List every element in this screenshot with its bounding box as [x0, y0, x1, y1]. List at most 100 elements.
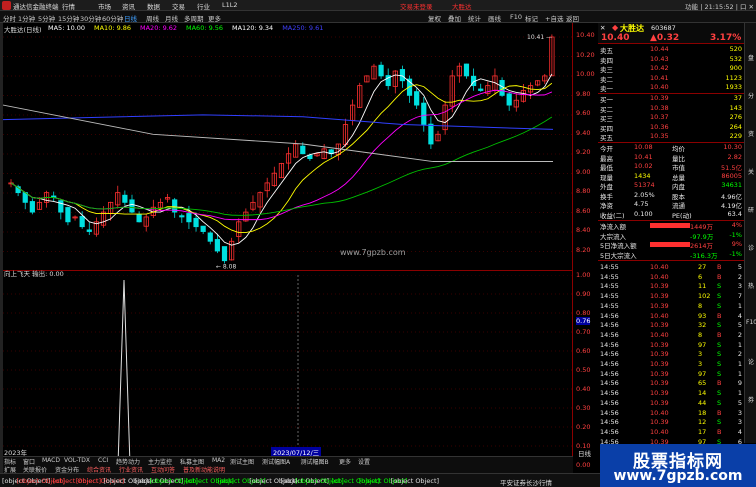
indicator-tab-2[interactable]: MACD	[42, 457, 60, 464]
ma-label-2: MA20: 9.62	[140, 24, 178, 32]
menu-2[interactable]: 资讯	[122, 1, 135, 11]
order-row[interactable]: 卖三 10.42 900	[598, 64, 744, 74]
indicator-tab-8[interactable]: MA2	[212, 457, 225, 464]
tick-flag: B	[717, 379, 722, 388]
menu-4[interactable]: 交易	[172, 1, 185, 11]
sidebar-button-1[interactable]: 分	[746, 91, 756, 100]
ma-line	[10, 73, 553, 246]
tool-button-7[interactable]: 返回	[566, 13, 579, 23]
ma-label-3: MA60: 9.56	[186, 24, 224, 32]
stock-alert[interactable]: 大胜达	[452, 1, 472, 11]
stat-value: 4.96亿	[721, 192, 742, 201]
order-row[interactable]: 卖一 10.40 1933	[598, 83, 744, 93]
tool-button-0[interactable]: 复权	[428, 13, 441, 23]
tool-button-3[interactable]: 画线	[488, 13, 501, 23]
flow-label: 5日大宗流入	[600, 251, 637, 260]
y-tick-sub: 0.20	[576, 423, 591, 431]
stat-value: 0.100	[634, 209, 653, 218]
tool-button-2[interactable]: 统计	[468, 13, 481, 23]
order-row[interactable]: 买一 10.39 37	[598, 94, 744, 104]
y-tick-main: 10.40	[576, 31, 595, 39]
menu-0[interactable]: 行情	[62, 1, 75, 11]
sidebar-button-0[interactable]: 盘	[746, 53, 756, 62]
period-tab-3[interactable]: 15分钟	[58, 13, 79, 23]
stat-value: 2.82	[727, 152, 742, 161]
order-row[interactable]: 买四 10.36 264	[598, 123, 744, 133]
stat-value: 34631	[721, 181, 742, 189]
tool-button-1[interactable]: 叠加	[448, 13, 461, 23]
tool-button-6[interactable]: +自选	[545, 13, 563, 23]
tool-button-5[interactable]: 标记	[525, 13, 538, 23]
tick-price: 10.40	[650, 427, 669, 436]
y-tick-main: 9.20	[576, 148, 591, 156]
period-tab-8[interactable]: 月线	[165, 13, 178, 23]
y-tick-sub: 0.70	[576, 328, 591, 336]
period-tab-5[interactable]: 60分钟	[102, 13, 123, 23]
sidebar-button-5[interactable]: 诊	[746, 243, 756, 252]
candle-body	[421, 102, 427, 125]
close-icon[interactable]: ✕	[600, 24, 605, 32]
menu-1[interactable]: 市场	[98, 1, 111, 11]
tick-row: 14:56 10.39 12 S 3	[598, 418, 744, 428]
indicator-tab-3[interactable]: VOL-TDX	[64, 457, 90, 464]
menu-6[interactable]: L1L2	[222, 1, 238, 9]
period-label: 日线	[578, 450, 591, 458]
tick-price: 10.39	[650, 292, 669, 301]
sidebar-button-2[interactable]: 资	[746, 129, 756, 138]
stat-label: 收益(二)	[600, 211, 625, 220]
tick-row: 14:56 10.39 3 S 2	[598, 350, 744, 360]
order-row[interactable]: 买三 10.37 276	[598, 113, 744, 123]
order-row[interactable]: 卖四 10.43 532	[598, 55, 744, 65]
order-row[interactable]: 卖五 10.44 520	[598, 45, 744, 55]
stat-value: 4.75	[634, 200, 649, 208]
tick-row: 14:55 10.40 27 B 5	[598, 263, 744, 273]
ma-label-1: MA10: 9.86	[94, 24, 132, 32]
stat-row: 最低 10.02 市值 51.5亿	[598, 162, 744, 172]
order-label: 卖四	[600, 56, 613, 65]
period-tab-10[interactable]: 更多	[208, 13, 221, 23]
chart-area[interactable]: 大胜达(日线) 10.41 — ← 8.08 www.7gpzb.com 向上飞天…	[3, 23, 573, 473]
sidebar-button-4[interactable]: 研	[746, 205, 756, 214]
tick-price: 10.40	[650, 263, 669, 271]
period-tab-7[interactable]: 周线	[146, 13, 159, 23]
trade-login-alert[interactable]: 交易未登录	[400, 1, 433, 11]
sidebar-button-3[interactable]: 关	[746, 167, 756, 176]
candlestick-chart[interactable]: 10.41 —← 8.08	[3, 33, 573, 271]
order-row[interactable]: 买二 10.38 143	[598, 104, 744, 114]
sidebar-button-6[interactable]: 热	[746, 281, 756, 290]
menu-3[interactable]: 数据	[147, 1, 160, 11]
tick-flag: S	[717, 292, 722, 301]
candle-body	[29, 201, 35, 213]
order-row[interactable]: 买五 10.35 229	[598, 132, 744, 142]
indicator-chart[interactable]	[3, 275, 573, 471]
menu-5[interactable]: 行业	[197, 1, 210, 11]
window-controls[interactable]: 功能 | 21:15:52 | 口 ✕	[685, 1, 754, 11]
order-volume: 143	[729, 103, 742, 112]
candle-body	[86, 229, 92, 232]
tool-button-4[interactable]: F10	[510, 13, 522, 21]
order-price: 10.37	[650, 113, 669, 121]
stat-value: 10.41	[634, 152, 653, 161]
sidebar-button-9[interactable]: 券	[746, 395, 756, 404]
period-tab-6[interactable]: 日线	[124, 13, 137, 23]
y-tick-main: 8.60	[576, 206, 591, 215]
period-tab-0[interactable]: 分时	[3, 13, 16, 23]
order-row[interactable]: 卖二 10.41 1123	[598, 74, 744, 84]
period-tab-9[interactable]: 多周期	[184, 13, 204, 23]
tick-row: 14:56 10.40 8 B 2	[598, 331, 744, 341]
tick-row: 14:56 10.39 97 S 1	[598, 341, 744, 351]
tick-volume: 3	[698, 360, 703, 368]
indicator-tab-4[interactable]: CCI	[98, 457, 108, 464]
period-tab-1[interactable]: 1分钟	[18, 13, 35, 23]
tick-flag: S	[717, 321, 722, 330]
candle-body	[65, 207, 71, 223]
y-tick-main: 9.40	[576, 128, 591, 137]
period-tab-4[interactable]: 30分钟	[80, 13, 101, 23]
sidebar-button-7[interactable]: F10	[746, 319, 756, 326]
chart-watermark: www.7gpzb.com	[340, 248, 406, 257]
sidebar-button-8[interactable]: 论	[746, 357, 756, 366]
stat-label: 量比	[672, 154, 685, 163]
tick-price: 10.39	[650, 389, 669, 398]
period-tab-2[interactable]: 5分钟	[38, 13, 55, 23]
stat-label: 流通	[672, 202, 685, 210]
